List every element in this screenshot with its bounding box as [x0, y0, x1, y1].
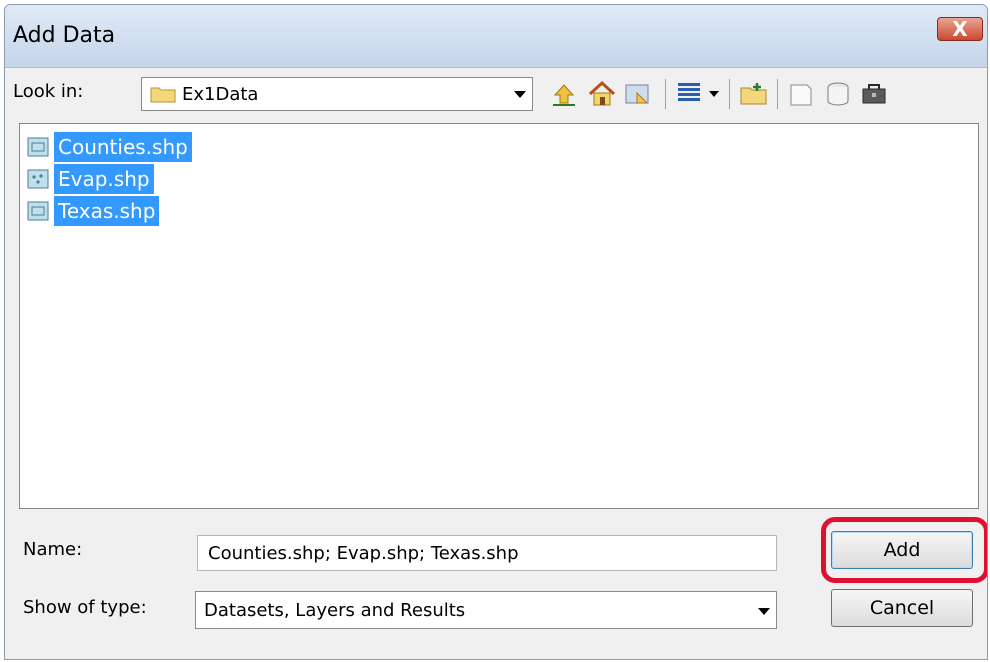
show-of-type-select[interactable]: Datasets, Layers and Results: [195, 591, 777, 629]
file-name: Texas.shp: [54, 196, 160, 226]
add-data-dialog: Add Data X Look in: Ex1Data Counties.shp…: [4, 4, 988, 660]
name-label: Name:: [23, 539, 83, 560]
folder-icon: [150, 87, 176, 103]
toolbox-icon[interactable]: [859, 79, 889, 109]
connect-folder-icon[interactable]: [623, 79, 653, 109]
chevron-down-icon[interactable]: [758, 608, 770, 615]
name-field[interactable]: Counties.shp; Evap.shp; Texas.shp: [197, 535, 777, 571]
look-in-label: Look in:: [13, 81, 84, 102]
new-database-icon[interactable]: [823, 79, 853, 109]
file-list[interactable]: Counties.shp Evap.shp Texas.shp: [19, 123, 979, 509]
show-of-type-value: Datasets, Layers and Results: [204, 600, 466, 621]
polygon-shapefile-icon: [27, 201, 49, 221]
home-icon[interactable]: [587, 79, 617, 109]
close-icon: X: [952, 17, 968, 41]
up-one-level-icon[interactable]: [549, 79, 579, 109]
file-name: Counties.shp: [54, 132, 192, 162]
title-bar[interactable]: Add Data X: [5, 5, 987, 68]
file-name: Evap.shp: [54, 164, 154, 194]
view-menu-chevron-icon[interactable]: [709, 91, 719, 97]
view-menu-icon[interactable]: [675, 79, 705, 109]
look-in-value: Ex1Data: [182, 84, 259, 105]
toolbar-separator: [777, 79, 778, 109]
polygon-shapefile-icon: [27, 137, 49, 157]
look-in-combo[interactable]: Ex1Data: [141, 77, 533, 111]
show-of-type-label: Show of type:: [23, 597, 147, 618]
list-item[interactable]: Texas.shp: [26, 196, 160, 226]
close-button[interactable]: X: [937, 17, 983, 41]
dialog-title: Add Data: [13, 23, 116, 48]
toolbar-separator: [729, 79, 730, 109]
list-item[interactable]: Evap.shp: [26, 164, 154, 194]
toolbar-separator: [665, 79, 666, 109]
list-item[interactable]: Counties.shp: [26, 132, 192, 162]
cancel-button[interactable]: Cancel: [831, 589, 973, 627]
highlight-annotation: [821, 517, 987, 583]
new-file-icon[interactable]: [787, 79, 817, 109]
chevron-down-icon[interactable]: [514, 91, 526, 98]
new-folder-icon[interactable]: [739, 79, 769, 109]
point-shapefile-icon: [27, 169, 49, 189]
